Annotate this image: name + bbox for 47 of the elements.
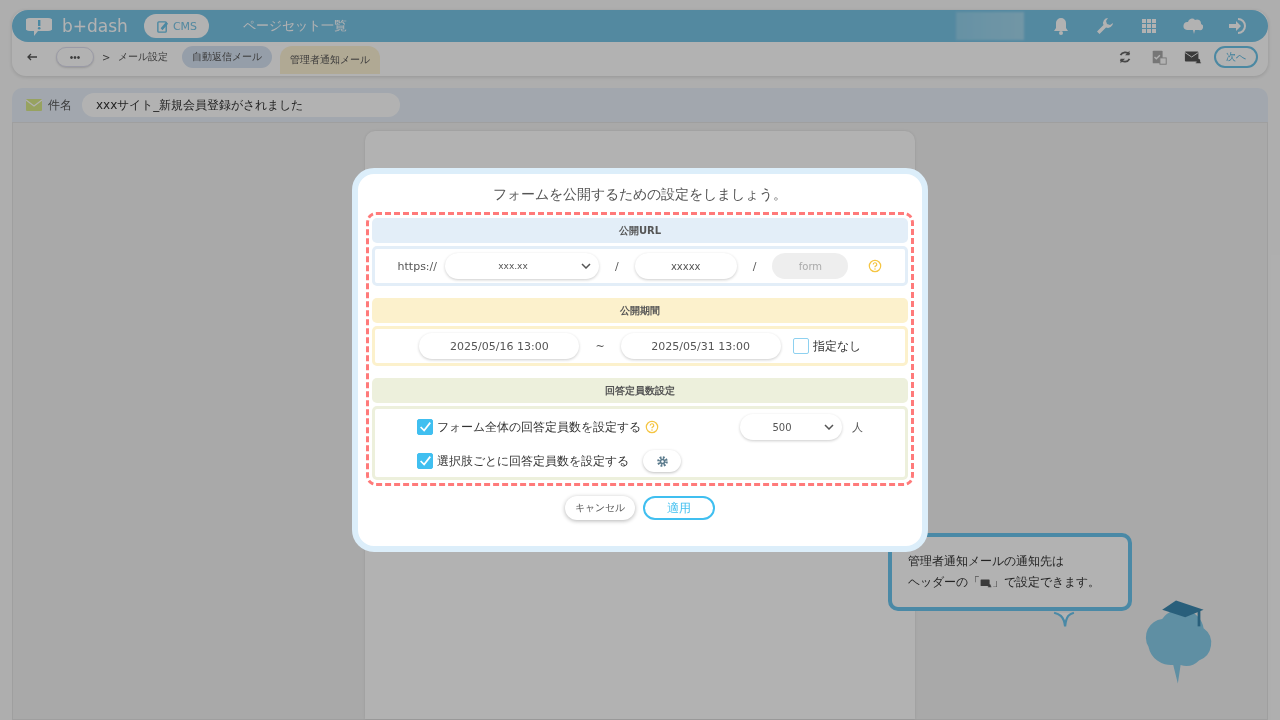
chevron-down-icon <box>824 424 834 430</box>
start-date-field[interactable]: 2025/05/16 13:00 <box>419 333 580 359</box>
clipboard-check-icon[interactable] <box>1150 48 1168 66</box>
subject-field[interactable]: xxxサイト_新規会員登録がされました <box>82 93 400 117</box>
settings-button[interactable] <box>643 450 681 472</box>
sign-in-icon[interactable] <box>1227 16 1247 36</box>
checkbox-label: 選択肢ごとに回答定員数を設定する <box>437 452 629 470</box>
domain-select[interactable]: xxx.xx <box>445 253 599 279</box>
checkbox[interactable] <box>792 338 809 354</box>
url-separator: / <box>752 259 757 273</box>
chevron-down-icon <box>581 263 591 269</box>
checkbox-label: フォーム全体の回答定員数を設定する <box>437 418 641 436</box>
dialog-title: フォームを公開するための設定をしましょう。 <box>492 185 788 204</box>
tooltip-text: 管理者通知メールの通知先は <box>908 553 1065 570</box>
tooltip-text: ヘッダーの「 <box>908 574 980 591</box>
unit-label: 人 <box>852 419 863 435</box>
url-prefix: https:// <box>397 259 437 273</box>
checkbox-label: 指定なし <box>812 337 861 355</box>
section-heading: 公開期間 <box>372 298 908 323</box>
subject-label: 件名 <box>48 96 72 114</box>
checkbox[interactable] <box>417 419 433 435</box>
mail-icon <box>26 99 42 111</box>
logo-text: b+dash <box>62 16 128 36</box>
help-icon[interactable] <box>868 259 883 273</box>
mail-tab[interactable]: 管理者通知メール <box>280 46 381 74</box>
breadcrumb-separator: > <box>102 51 111 63</box>
section-heading: 公開URL <box>372 218 908 243</box>
back-arrow-icon[interactable] <box>26 51 38 63</box>
blurred-user-info <box>956 12 1024 40</box>
mail-tab[interactable]: 自動返信メール <box>182 46 273 68</box>
breadcrumb-current: メール設定 <box>118 50 169 64</box>
url-separator: / <box>615 259 619 273</box>
checkbox[interactable] <box>417 453 433 469</box>
help-icon[interactable] <box>645 420 659 434</box>
speech-bubble-logo-icon <box>26 15 52 37</box>
end-date-field[interactable]: 2025/05/31 13:00 <box>620 333 781 359</box>
count-select[interactable]: 500 <box>740 414 842 440</box>
range-separator: ~ <box>595 339 605 353</box>
tooltip-text: 」で設定できます。 <box>992 574 1100 591</box>
more-button[interactable]: ••• <box>56 47 94 67</box>
section-heading: 回答定員数設定 <box>372 378 908 403</box>
pencil-icon <box>155 19 169 33</box>
grid-icon[interactable] <box>1139 16 1159 36</box>
path-field[interactable]: xxxxx <box>634 253 737 279</box>
cancel-button[interactable]: キャンセル <box>565 496 635 520</box>
bell-icon[interactable] <box>1051 16 1071 36</box>
wrench-icon[interactable] <box>1095 16 1115 36</box>
